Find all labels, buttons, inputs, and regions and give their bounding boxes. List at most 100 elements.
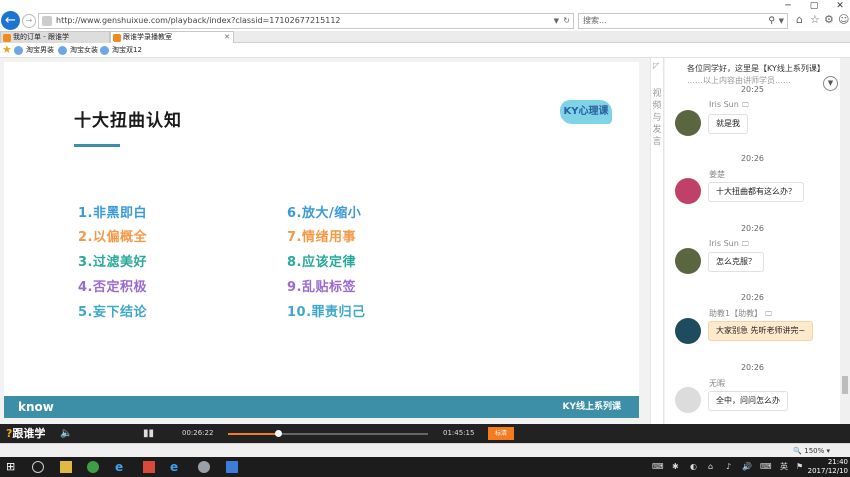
favorite-item[interactable]: 淘宝女装 xyxy=(58,45,98,56)
message-username: Iris Sun 🖵 xyxy=(709,239,749,248)
progress-handle[interactable] xyxy=(275,430,282,437)
chevron-down-icon[interactable]: ▼ xyxy=(554,15,559,27)
tab-favicon-icon xyxy=(113,34,121,42)
message-username: 无暇 xyxy=(709,379,725,388)
tab-orders[interactable]: 我的订单 - 跟谁学 xyxy=(0,31,110,43)
edge-icon[interactable]: e xyxy=(170,461,182,473)
volume-icon[interactable]: 🔊 xyxy=(742,461,752,473)
chevron-down-icon[interactable]: ▼ xyxy=(779,15,784,27)
progress-fill xyxy=(228,433,278,435)
globe-icon xyxy=(58,46,67,55)
app-tray-icon[interactable]: ♪ xyxy=(726,461,731,473)
avatar[interactable] xyxy=(675,248,701,274)
message-time: 20:25 xyxy=(740,85,765,94)
forward-button[interactable]: → xyxy=(22,14,36,28)
app-tray-icon[interactable]: ◐ xyxy=(690,461,697,473)
address-row: ← → http://www.genshuixue.com/playback/i… xyxy=(0,10,850,32)
favorite-item[interactable]: 淘宝男装 xyxy=(14,45,54,56)
message-username: 助教1【助教】 🖵 xyxy=(709,309,772,318)
message-time: 20:26 xyxy=(740,363,765,372)
quality-button[interactable]: 标清 xyxy=(488,427,514,440)
avatar[interactable] xyxy=(675,110,701,136)
know-logo: know xyxy=(18,400,54,414)
start-icon[interactable]: ⊞ xyxy=(6,461,18,473)
distortion-item: 2.以偏概全 xyxy=(78,230,147,245)
search-icon[interactable] xyxy=(32,461,44,473)
smiley-icon[interactable]: ☺ xyxy=(838,13,849,27)
refresh-icon[interactable]: ↻ xyxy=(563,15,570,27)
chrome-icon[interactable] xyxy=(87,461,99,473)
tab-label: 跟谁学录播教室 xyxy=(123,33,172,41)
tab-playback[interactable]: 跟谁学录播教室 ✕ xyxy=(110,31,234,43)
distortion-item: 5.妄下结论 xyxy=(78,305,147,320)
search-input[interactable]: 搜索... ⚲ ▼ xyxy=(578,13,788,29)
status-bar: 🔍 150% ▾ xyxy=(0,443,850,457)
search-placeholder: 搜索... xyxy=(583,16,607,25)
message-bubble: 大家别急 先听老师讲完~ xyxy=(708,321,814,341)
site-favicon-icon xyxy=(42,16,52,26)
favorites-star-icon[interactable]: ☆ xyxy=(810,13,820,27)
back-button[interactable]: ← xyxy=(1,11,20,30)
avatar[interactable] xyxy=(675,178,701,204)
ie-icon[interactable]: e xyxy=(115,461,127,473)
page-content: 十大扭曲认知 KY心理课 1.非黑即白 2.以偏概全 3.过滤美好 4.否定积极… xyxy=(0,58,850,424)
bluetooth-icon[interactable]: ✱ xyxy=(672,461,679,473)
distortion-item: 1.非黑即白 xyxy=(78,206,147,221)
avatar[interactable] xyxy=(675,387,701,413)
app-tray-icon[interactable]: ⚑ xyxy=(796,461,803,473)
monitor-icon: 🖵 xyxy=(741,101,749,109)
tab-video-and-chat[interactable]: 视 频 与 发 言 xyxy=(650,88,664,148)
app-icon[interactable] xyxy=(143,461,155,473)
monitor-icon: 🖵 xyxy=(765,310,772,318)
globe-icon xyxy=(14,46,23,55)
avatar[interactable] xyxy=(675,318,701,344)
zoom-icon: 🔍 xyxy=(793,447,805,455)
zoom-level[interactable]: 🔍 150% ▾ xyxy=(793,445,830,457)
system-clock[interactable]: 21:40 2017/12/10 xyxy=(808,458,848,476)
slide-title: 十大扭曲认知 xyxy=(74,111,182,131)
message-time: 20:26 xyxy=(740,224,765,233)
message-bubble: 十大扭曲都有这么办？ xyxy=(708,182,804,202)
footer-course-label: KY线上系列课 xyxy=(562,402,622,412)
tab-bar: 我的订单 - 跟谁学 跟谁学录播教室 ✕ xyxy=(0,31,850,43)
ime-language[interactable]: 英 xyxy=(780,461,788,473)
message-bubble: 怎么克服？ xyxy=(708,252,764,272)
tab-favicon-icon xyxy=(3,34,11,42)
lecture-slide: 十大扭曲认知 KY心理课 1.非黑即白 2.以偏概全 3.过滤美好 4.否定积极… xyxy=(4,62,639,418)
brand-logo: ?跟谁学 xyxy=(6,427,46,440)
volume-icon[interactable]: 🔈 xyxy=(60,427,72,440)
progress-slider[interactable] xyxy=(228,430,428,437)
message-time: 20:26 xyxy=(740,293,765,302)
pause-button[interactable]: ▮▮ xyxy=(143,427,154,440)
app-icon[interactable] xyxy=(198,461,210,473)
monitor-icon: 🖵 xyxy=(741,240,749,248)
os-taskbar: ⊞ e e ⌨ ✱ ◐ ⌂ ♪ 🔊 ⌨ 英 ⚑ 21:40 2017/12/10 xyxy=(0,457,850,477)
message-username: Iris Sun 🖵 xyxy=(709,100,749,109)
address-url[interactable]: http://www.genshuixue.com/playback/index… xyxy=(56,15,341,27)
current-time: 00:26:22 xyxy=(182,429,214,437)
duration: 01:45:15 xyxy=(443,429,475,437)
slide-footer: know KY线上系列课 xyxy=(4,396,639,418)
title-underline xyxy=(74,144,120,147)
distortion-item: 3.过滤美好 xyxy=(78,255,147,270)
search-icon[interactable]: ⚲ xyxy=(768,15,775,27)
app-icon[interactable] xyxy=(226,461,238,473)
folder-icon[interactable] xyxy=(60,461,72,473)
chat-panel: 各位同学好，这里是【KY线上系列课】 ……以上内容由讲师学员…… ▼ 20:25… xyxy=(665,58,840,424)
network-icon[interactable]: ⌂ xyxy=(708,461,713,473)
chat-scrollbar[interactable] xyxy=(840,58,850,424)
chat-notice: 各位同学好，这里是【KY线上系列课】 ……以上内容由讲师学员…… xyxy=(687,64,825,84)
scrollbar-thumb[interactable] xyxy=(842,376,848,394)
message-bubble: 就是我 xyxy=(708,114,748,134)
address-bar[interactable]: http://www.genshuixue.com/playback/index… xyxy=(38,13,574,29)
gear-icon[interactable]: ⚙ xyxy=(824,13,834,27)
player-controls: ?跟谁学 🔈 ▮▮ 00:26:22 01:45:15 标清 xyxy=(0,424,850,443)
home-icon[interactable]: ⌂ xyxy=(796,13,803,27)
favorite-item[interactable]: 淘宝双12 xyxy=(100,45,142,56)
keyboard-icon[interactable]: ⌨ xyxy=(760,461,772,473)
favorites-star-icon[interactable]: ★ xyxy=(2,44,12,56)
ime-icon[interactable]: ⌨ xyxy=(652,461,664,473)
close-icon[interactable]: ✕ xyxy=(224,32,230,43)
collapse-icon[interactable]: ◸ xyxy=(653,61,659,70)
message-bubble: 全中，问问怎么办 xyxy=(708,391,788,411)
